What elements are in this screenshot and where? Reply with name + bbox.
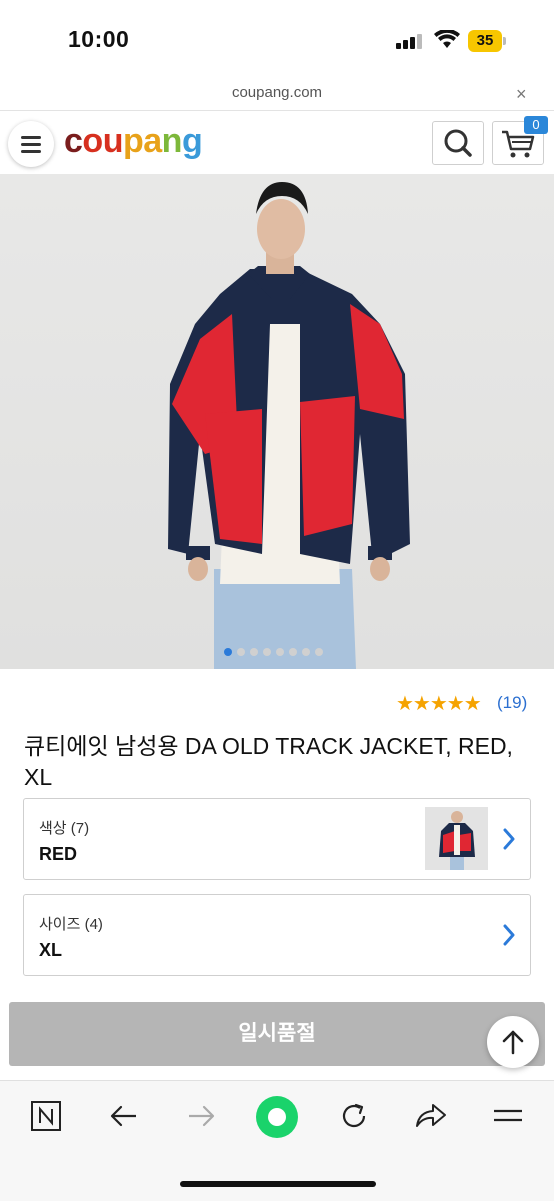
color-option-thumbnail	[425, 807, 488, 870]
green-dot-icon	[268, 1108, 286, 1126]
battery-icon: 35	[468, 30, 506, 52]
search-button[interactable]	[432, 121, 484, 165]
size-option-selector[interactable]: 사이즈 (4) XL	[23, 894, 531, 976]
status-time: 10:00	[68, 26, 130, 52]
url-bar[interactable]: coupang.com	[0, 84, 554, 101]
color-option-value: RED	[39, 844, 78, 864]
cellular-signal-icon	[396, 33, 426, 49]
wifi-icon	[434, 28, 460, 50]
product-image[interactable]	[0, 174, 554, 669]
refresh-icon[interactable]	[336, 1098, 372, 1134]
green-dot-button[interactable]	[256, 1096, 298, 1138]
search-icon	[444, 129, 472, 157]
battery-level: 35	[468, 30, 502, 52]
size-option-label: 사이즈 (4)	[39, 916, 103, 933]
cart-count-badge: 0	[524, 116, 548, 134]
menu-button[interactable]	[8, 121, 54, 167]
image-pagination[interactable]	[224, 643, 328, 661]
rating-stars: ★★★★★	[396, 693, 482, 715]
home-indicator	[180, 1181, 376, 1187]
scroll-to-top-button[interactable]	[487, 1016, 539, 1068]
size-option-value: XL	[39, 940, 63, 960]
arrow-up-icon	[502, 1030, 524, 1055]
soldout-button[interactable]: 일시품절	[9, 1002, 545, 1066]
color-option-selector[interactable]: 색상 (7) RED	[23, 798, 531, 880]
forward-arrow-icon[interactable]	[183, 1098, 219, 1134]
chevron-right-icon	[503, 924, 515, 946]
naver-home-icon[interactable]	[28, 1098, 64, 1134]
color-option-label: 색상 (7)	[39, 820, 90, 837]
close-icon[interactable]: ×	[516, 84, 527, 105]
divider	[0, 110, 554, 111]
rating-count-link[interactable]: (19)	[497, 693, 527, 713]
menu-icon[interactable]	[490, 1098, 526, 1134]
coupang-logo[interactable]: coupang	[64, 122, 203, 161]
back-arrow-icon[interactable]	[106, 1098, 142, 1134]
product-title: 큐티에잇 남성용 DA OLD TRACK JACKET, RED, XL	[24, 733, 513, 790]
share-icon[interactable]	[413, 1098, 449, 1134]
chevron-right-icon	[503, 828, 515, 850]
